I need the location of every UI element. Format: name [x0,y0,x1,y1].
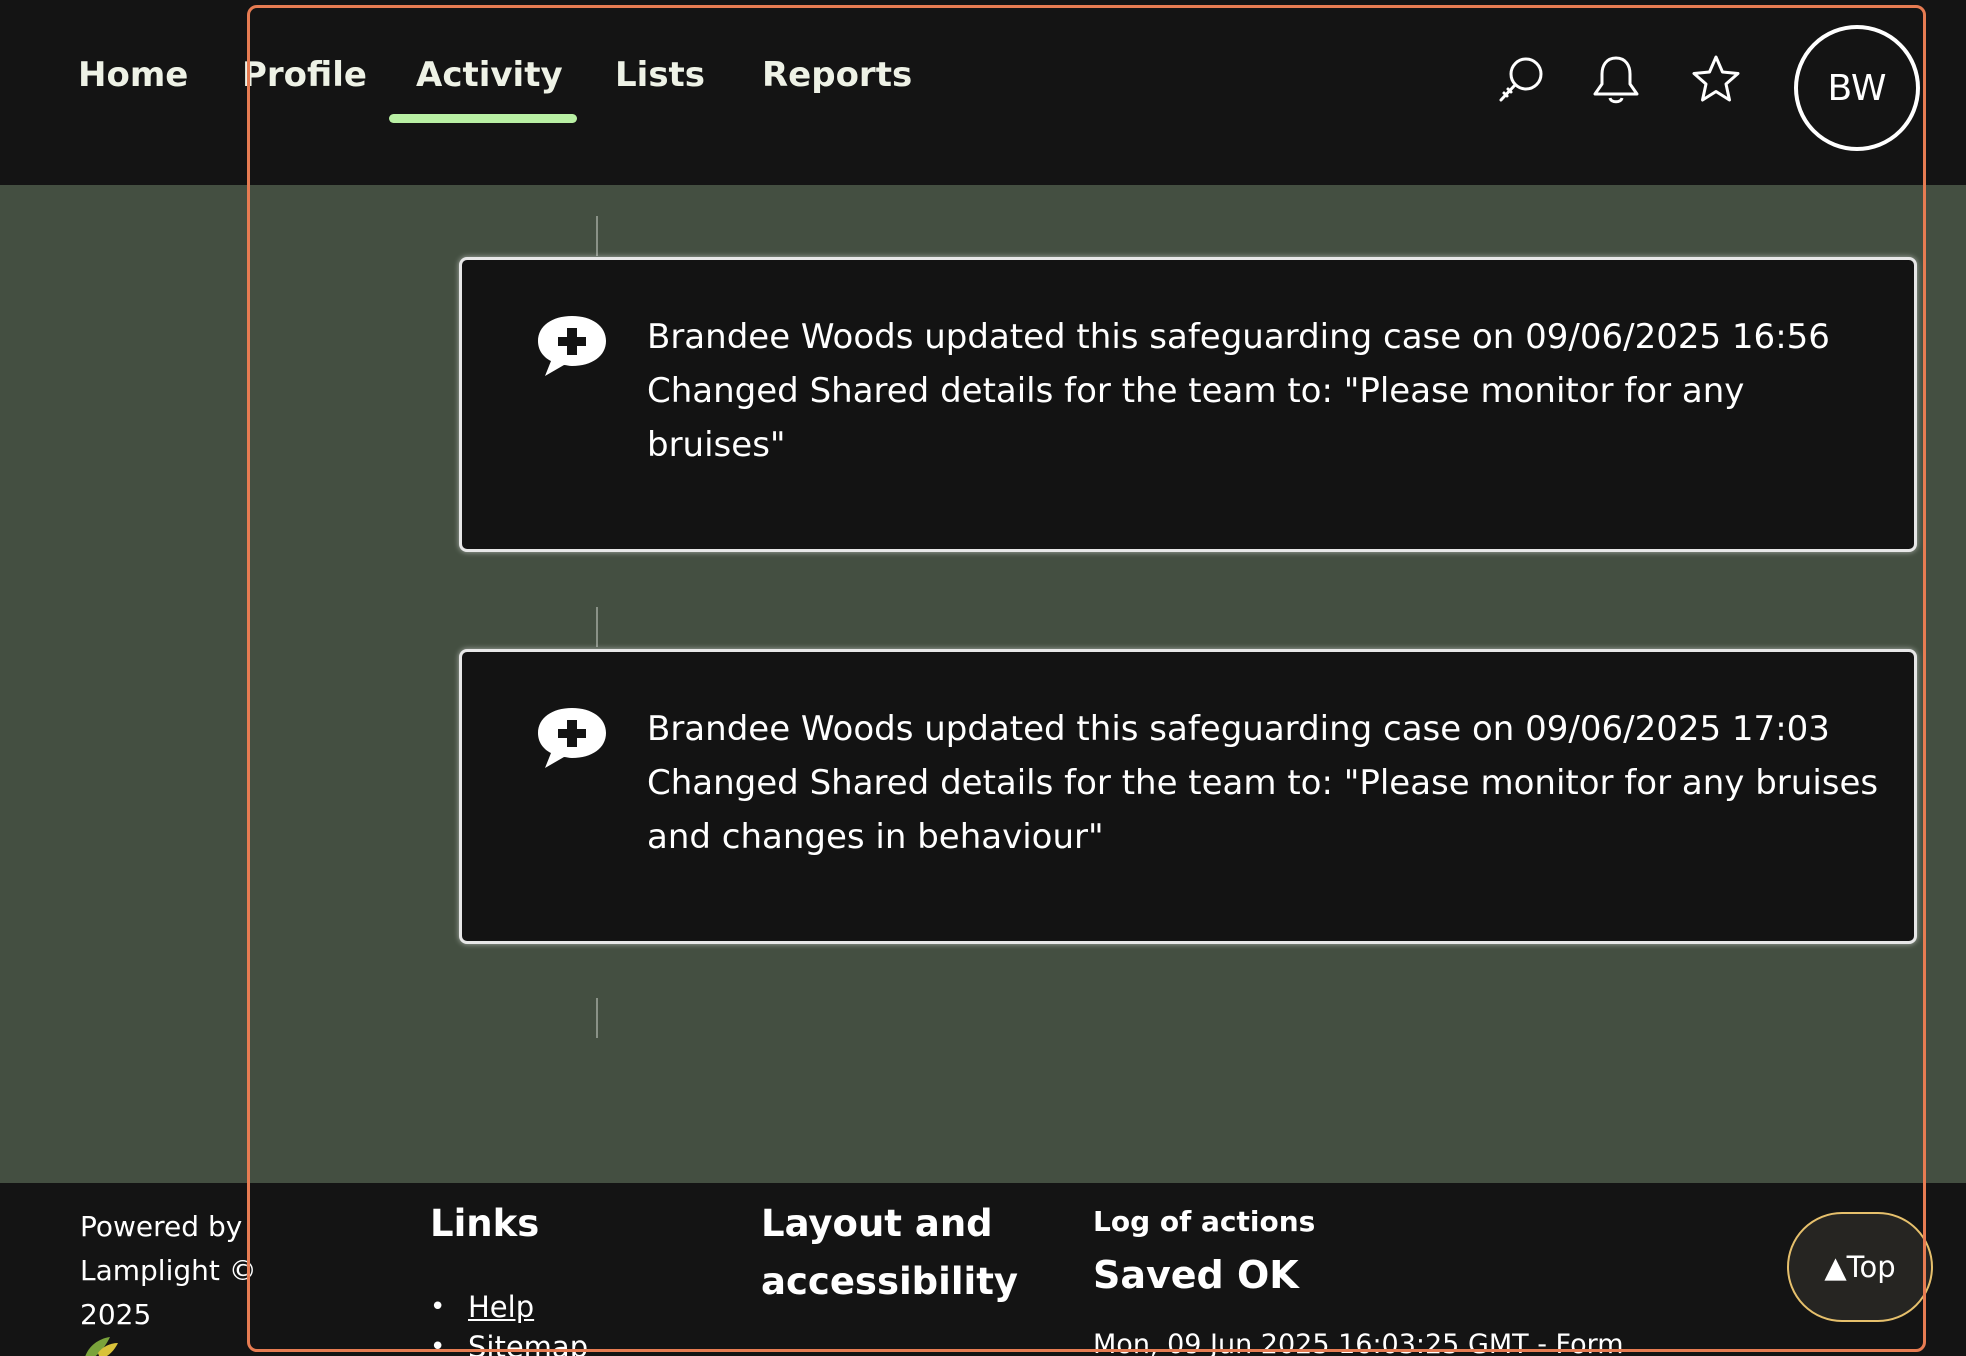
sitemap-link[interactable]: Sitemap [468,1330,588,1356]
activity-card: Brandee Woods updated this safeguarding … [459,649,1917,944]
list-item: Help [430,1287,588,1327]
timeline-connector [596,998,598,1038]
activity-card-text: Brandee Woods updated this safeguarding … [647,702,1887,864]
page-footer: Powered by Lamplight © 2025 Links Help S… [0,1183,1966,1356]
activity-detail: Changed Shared details for the team to: … [647,763,1879,857]
bell-icon[interactable] [1588,52,1644,108]
timeline-connector [596,607,598,647]
activity-timeline: Brandee Woods updated this safeguarding … [0,185,1966,1183]
top-navigation: Home Profile Activity Lists Reports BW [0,0,1966,185]
log-entry: Mon, 09 Jun 2025 16:03:25 GMT - Form [1093,1329,1624,1356]
speech-bubble-plus-icon [534,704,610,774]
speech-bubble-plus-icon [534,312,610,382]
nav-item-activity[interactable]: Activity [416,55,563,95]
nav-item-reports[interactable]: Reports [762,55,912,95]
active-tab-indicator [389,114,577,123]
search-icon[interactable] [1493,52,1549,108]
list-item: Sitemap [430,1327,588,1356]
star-icon[interactable] [1688,52,1744,108]
layout-accessibility-heading: Layout and accessibility [761,1202,1018,1303]
app-page: Home Profile Activity Lists Reports BW B… [0,0,1966,1356]
timeline-connector [596,216,598,256]
nav-item-home[interactable]: Home [78,55,188,95]
nav-item-lists[interactable]: Lists [615,55,705,95]
powered-by-text: Powered by Lamplight © 2025 [80,1210,257,1331]
log-of-actions-label: Log of actions [1093,1205,1316,1238]
links-heading: Links [430,1202,540,1245]
activity-card-text: Brandee Woods updated this safeguarding … [647,310,1887,472]
activity-card: Brandee Woods updated this safeguarding … [459,257,1917,552]
back-to-top-button[interactable]: ▲Top [1787,1212,1933,1322]
activity-summary: Brandee Woods updated this safeguarding … [647,709,1830,749]
help-link[interactable]: Help [468,1290,534,1324]
nav-item-profile[interactable]: Profile [242,55,367,95]
activity-detail: Changed Shared details for the team to: … [647,371,1745,465]
lamplight-logo [80,1333,120,1356]
user-avatar[interactable]: BW [1794,25,1920,151]
activity-summary: Brandee Woods updated this safeguarding … [647,317,1830,357]
log-status: Saved OK [1093,1253,1299,1297]
footer-links: Help Sitemap [430,1287,588,1356]
